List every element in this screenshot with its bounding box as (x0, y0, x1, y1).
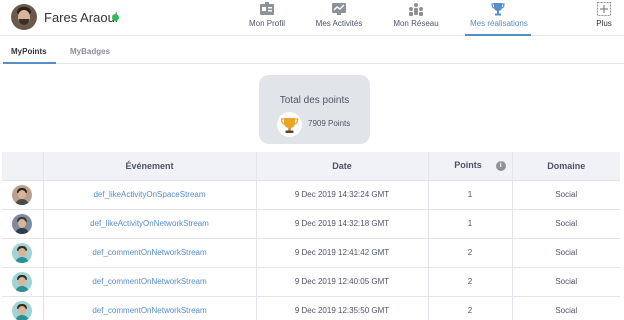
points-cell: 2 (428, 267, 513, 297)
online-status-dot (112, 14, 119, 21)
nav-my-achievements[interactable]: Mes réalisations (470, 2, 528, 36)
network-icon (409, 3, 423, 16)
event-cell: def_likeActivityOnSpaceStream (43, 180, 257, 210)
date-cell: 9 Dec 2019 12:35:50 GMT (256, 296, 429, 320)
nav-label: Plus (596, 19, 612, 28)
row-avatar-cell (2, 180, 44, 210)
points-cell: 2 (428, 238, 513, 268)
nav-label: Mes Activités (315, 19, 363, 28)
table-row: def_commentOnNetworkStream 9 Dec 2019 12… (2, 238, 620, 268)
user-avatar[interactable] (11, 4, 37, 30)
domain-cell: Social (512, 209, 620, 239)
domain-cell: Social (512, 267, 620, 297)
avatar[interactable] (12, 271, 33, 292)
event-link[interactable]: def_commentOnNetworkStream (92, 277, 206, 286)
domain-cell: Social (512, 180, 620, 210)
nav-my-profile[interactable]: Mon Profil (247, 2, 287, 36)
nav-label: Mon Réseau (393, 19, 439, 28)
header-avatar (2, 152, 44, 181)
avatar[interactable] (12, 242, 33, 263)
tab-mypoints[interactable]: MyPoints (11, 47, 47, 56)
total-points-title: Total des points (279, 95, 350, 106)
profile-card-icon (260, 2, 274, 15)
nav-label: Mon Profil (248, 19, 285, 28)
avatar[interactable] (12, 300, 33, 320)
date-cell: 9 Dec 2019 12:41:42 GMT (256, 238, 429, 268)
header-event: Événement (43, 152, 257, 181)
header-date: Date (256, 152, 429, 181)
event-link[interactable]: def_likeActivityOnNetworkStream (90, 219, 209, 228)
nav-active-indicator (465, 34, 531, 36)
header-domain: Domaine (512, 152, 620, 181)
table-row: def_commentOnNetworkStream 9 Dec 2019 12… (2, 267, 620, 297)
row-avatar-cell (2, 267, 44, 297)
event-cell: def_commentOnNetworkStream (43, 267, 257, 297)
table-header-row: Événement Date Points i Domaine (2, 152, 620, 181)
nav-more[interactable]: Plus (593, 2, 615, 36)
avatar[interactable] (12, 184, 33, 205)
total-points-card: Total des points 7909 Points (259, 75, 370, 144)
header-event-label: Événement (125, 160, 174, 171)
points-cell: 1 (428, 209, 513, 239)
nav-my-network[interactable]: Mon Réseau (393, 2, 439, 36)
info-icon[interactable]: i (495, 161, 506, 172)
row-avatar-cell (2, 296, 44, 320)
domain-cell: Social (512, 238, 620, 268)
event-cell: def_likeActivityOnNetworkStream (43, 209, 257, 239)
plus-box-icon (597, 2, 611, 16)
header-points-label: Points (454, 160, 482, 171)
row-avatar-cell (2, 209, 44, 239)
points-cell: 2 (428, 296, 513, 320)
header-domain-label: Domaine (547, 160, 586, 171)
event-link[interactable]: def_likeActivityOnSpaceStream (93, 190, 205, 199)
date-cell: 9 Dec 2019 12:40:05 GMT (256, 267, 429, 297)
avatar[interactable] (12, 213, 33, 234)
event-link[interactable]: def_commentOnNetworkStream (92, 306, 206, 315)
header-date-label: Date (332, 160, 352, 171)
achievement-subtabs: MyPoints MyBadges (0, 38, 624, 64)
user-name[interactable]: Fares Araoui (44, 10, 118, 25)
trophy-badge (277, 112, 302, 137)
trophy-icon (280, 118, 299, 133)
top-header: Fares Araoui Mon Profil Mes Activités Mo… (0, 0, 624, 36)
date-cell: 9 Dec 2019 14:32:18 GMT (256, 209, 429, 239)
nav-label: Mes réalisations (470, 19, 528, 28)
domain-cell: Social (512, 296, 620, 320)
table-row: def_likeActivityOnNetworkStream 9 Dec 20… (2, 209, 620, 239)
points-table: Événement Date Points i Domaine def_likeA… (2, 152, 620, 320)
table-row: def_likeActivityOnSpaceStream 9 Dec 2019… (2, 180, 620, 210)
tab-mybadges[interactable]: MyBadges (70, 47, 110, 56)
table-row: def_commentOnNetworkStream 9 Dec 2019 12… (2, 296, 620, 320)
event-link[interactable]: def_commentOnNetworkStream (92, 248, 206, 257)
total-points-value: 7909 Points (308, 119, 351, 128)
date-cell: 9 Dec 2019 14:32:24 GMT (256, 180, 429, 210)
header-points: Points i (428, 152, 513, 181)
trophy-icon (491, 3, 505, 16)
row-avatar-cell (2, 238, 44, 268)
nav-my-activities[interactable]: Mes Activités (315, 2, 363, 36)
event-cell: def_commentOnNetworkStream (43, 238, 257, 268)
activity-chart-icon (332, 3, 346, 15)
points-cell: 1 (428, 180, 513, 210)
event-cell: def_commentOnNetworkStream (43, 296, 257, 320)
subtab-active-indicator (3, 62, 56, 64)
